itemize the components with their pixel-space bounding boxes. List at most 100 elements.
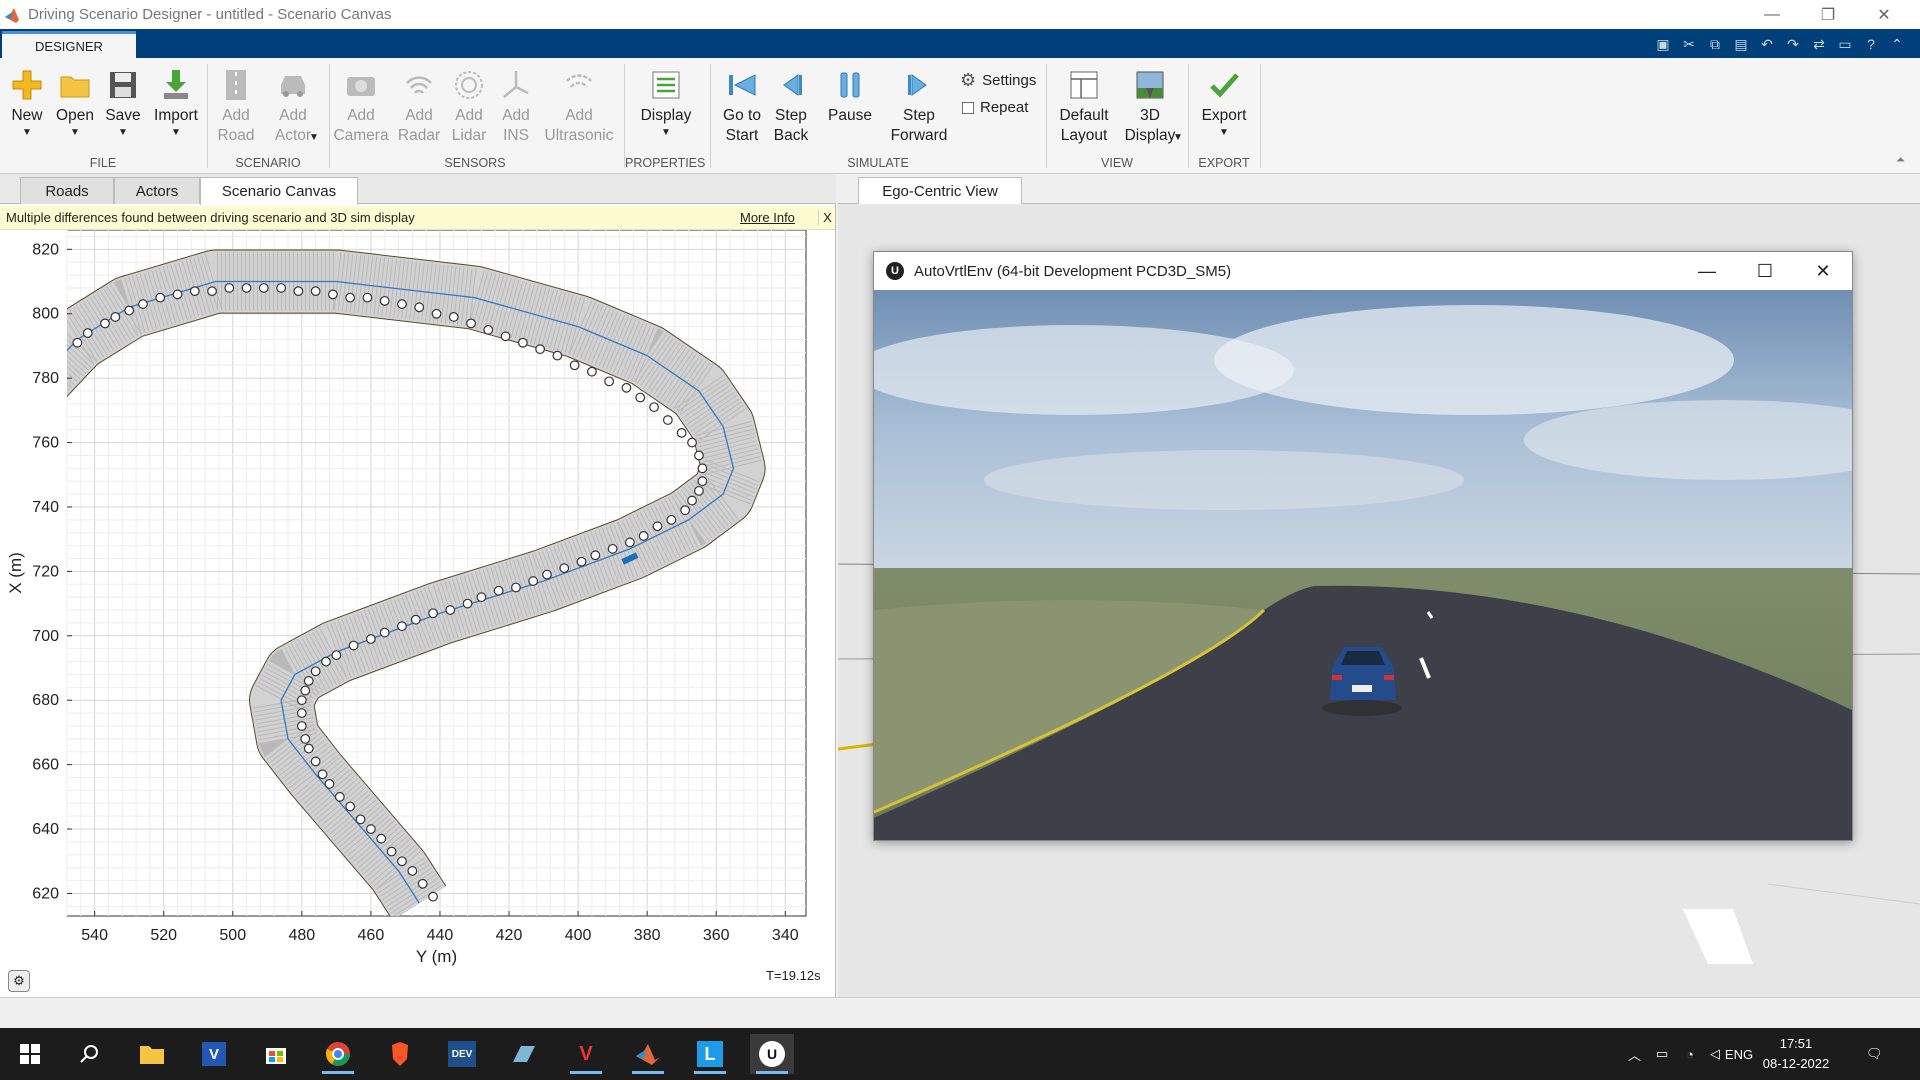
unreal-logo-icon: U xyxy=(886,262,904,280)
quick-windows-icon[interactable]: ▭ xyxy=(1834,33,1856,55)
open-button[interactable]: Open ▼ xyxy=(52,62,98,158)
waypoint-marker xyxy=(207,286,217,297)
help-icon[interactable]: ? xyxy=(1860,33,1882,55)
unreal-taskbar-icon[interactable]: U xyxy=(750,1034,794,1074)
matlab-taskbar-icon[interactable] xyxy=(626,1034,670,1074)
minimize-icon[interactable]: — xyxy=(1744,0,1800,29)
add-ins-button[interactable]: Add INS xyxy=(494,62,538,158)
collapse-icon[interactable]: ⌃ xyxy=(1886,33,1908,55)
pause-button[interactable]: Pause xyxy=(824,62,876,158)
notifications-icon[interactable]: 🗨 xyxy=(1866,1028,1883,1080)
restore-icon[interactable]: ❐ xyxy=(1800,0,1856,29)
dev-c-icon[interactable]: DEV xyxy=(440,1034,484,1074)
export-button[interactable]: Export ▼ xyxy=(1194,62,1254,158)
clock[interactable]: 17:51 08-12-2022 xyxy=(1756,1034,1836,1074)
add-actor-dropdown-icon[interactable]: ▼ xyxy=(304,128,324,148)
waypoint-marker xyxy=(379,295,390,306)
volume-icon[interactable]: ◁ xyxy=(1710,1028,1720,1080)
group-separator xyxy=(1260,64,1261,168)
settings-button[interactable]: ⚙ Settings xyxy=(960,70,1036,91)
3d-display-label-2: Display xyxy=(1124,127,1176,144)
sketch-app-icon[interactable] xyxy=(502,1034,546,1074)
windows-start-icon[interactable] xyxy=(8,1034,52,1074)
waypoint-marker xyxy=(621,382,632,393)
add-road-button[interactable]: Add Road xyxy=(212,62,260,158)
add-ins-label-1: Add xyxy=(502,107,530,124)
waypoint-marker xyxy=(604,376,615,387)
3d-display-dropdown-icon[interactable]: ▼ xyxy=(1170,128,1186,148)
add-radar-button[interactable]: Add Radar xyxy=(392,62,446,158)
quick-switch-icon[interactable]: ⇄ xyxy=(1808,33,1830,55)
quick-paste-icon[interactable]: ▤ xyxy=(1730,33,1752,55)
add-ultrasonic-button[interactable]: Add Ultrasonic xyxy=(542,62,616,158)
network-icon[interactable]: ▭ xyxy=(1656,1028,1668,1080)
close-icon[interactable]: ✕ xyxy=(1856,0,1912,29)
sim-minimize-icon[interactable]: — xyxy=(1678,252,1736,290)
warning-text: Multiple differences found between drivi… xyxy=(6,210,415,225)
sim-close-icon[interactable]: ✕ xyxy=(1794,252,1852,290)
tray-chevron-icon[interactable]: ︿ xyxy=(1628,1028,1641,1080)
collapse-ribbon-icon[interactable]: ⏶ xyxy=(1896,154,1905,167)
sim-window[interactable]: U AutoVrtlEnv (64-bit Development PCD3D_… xyxy=(873,251,1853,841)
app-vm-icon[interactable]: V xyxy=(564,1034,608,1074)
tab-actors[interactable]: Actors xyxy=(114,177,200,204)
waypoint-marker xyxy=(590,550,601,561)
status-bar xyxy=(0,997,1920,1028)
app-v-icon[interactable]: V xyxy=(192,1034,236,1074)
chrome-icon[interactable] xyxy=(316,1034,360,1074)
waypoint-marker xyxy=(542,569,552,580)
export-group-label: EXPORT xyxy=(1198,156,1250,170)
waypoint-marker xyxy=(376,833,387,844)
waypoint-marker xyxy=(293,286,304,297)
waypoint-marker xyxy=(397,856,407,867)
language-indicator[interactable]: ENG xyxy=(1724,1028,1754,1080)
waypoint-marker xyxy=(635,392,646,403)
quick-copy-icon[interactable]: ⧉ xyxy=(1704,33,1726,55)
tab-scenario-canvas[interactable]: Scenario Canvas xyxy=(200,177,358,205)
quick-redo-icon[interactable]: ↷ xyxy=(1782,33,1804,55)
tab-roads[interactable]: Roads xyxy=(20,177,114,204)
file-explorer-icon[interactable] xyxy=(130,1034,174,1074)
canvas-settings-icon[interactable]: ⚙ xyxy=(8,970,30,992)
save-button[interactable]: Save ▼ xyxy=(100,62,146,158)
scenario-canvas-plot[interactable]: 540 520 500 480 460 440 420 400 380 360 340 620 640 6… xyxy=(0,230,836,970)
add-lidar-button[interactable]: Add Lidar xyxy=(446,62,492,158)
repeat-checkbox[interactable]: Repeat xyxy=(962,99,1028,116)
quick-cut-icon[interactable]: ✂ xyxy=(1678,33,1700,55)
folder-icon xyxy=(58,68,92,102)
waypoint-marker xyxy=(296,708,307,718)
waypoint-marker xyxy=(417,878,428,889)
quick-undo-icon[interactable]: ↶ xyxy=(1756,33,1778,55)
default-layout-button[interactable]: Default Layout xyxy=(1052,62,1116,158)
wifi-icon[interactable]: ◔ xyxy=(1686,1028,1694,1080)
checkmark-icon xyxy=(1207,68,1241,102)
add-camera-button[interactable]: Add Camera xyxy=(333,62,389,158)
waypoint-marker xyxy=(680,505,691,516)
window-title: Driving Scenario Designer - untitled - S… xyxy=(28,6,392,23)
simulate-group-label: SIMULATE xyxy=(847,156,909,170)
more-info-link[interactable]: More Info xyxy=(740,210,795,225)
display-button[interactable]: Display ▼ xyxy=(636,62,696,158)
search-icon[interactable] xyxy=(68,1034,112,1074)
clock-date: 08-12-2022 xyxy=(1762,1056,1830,1071)
taskbar: V DEV V L U ︿ ▭ ◔ ◁ ENG 17:51 08-12-2022… xyxy=(0,1028,1920,1080)
warning-close-button[interactable]: X xyxy=(818,210,836,225)
tab-ego-centric-view[interactable]: Ego-Centric View xyxy=(858,177,1022,205)
sim-maximize-icon[interactable]: ☐ xyxy=(1736,252,1794,290)
repeat-label: Repeat xyxy=(980,99,1029,116)
go-to-start-button[interactable]: Go to Start xyxy=(716,62,768,158)
step-forward-button[interactable]: Step Forward xyxy=(886,62,952,158)
tab-designer[interactable]: DESIGNER xyxy=(2,31,136,58)
app-l-icon[interactable]: L xyxy=(688,1034,732,1074)
import-button[interactable]: Import ▼ xyxy=(148,62,204,158)
step-back-button[interactable]: Step Back xyxy=(768,62,814,158)
waypoint-marker xyxy=(483,324,494,335)
waypoint-marker xyxy=(666,514,677,525)
group-separator xyxy=(329,64,330,168)
waypoint-marker xyxy=(569,360,580,371)
new-button[interactable]: New ▼ xyxy=(4,62,50,158)
quick-save-icon[interactable]: ▣ xyxy=(1652,33,1674,55)
brave-icon[interactable] xyxy=(378,1034,422,1074)
x-tick-label: 400 xyxy=(565,927,592,944)
store-icon[interactable] xyxy=(254,1034,298,1074)
